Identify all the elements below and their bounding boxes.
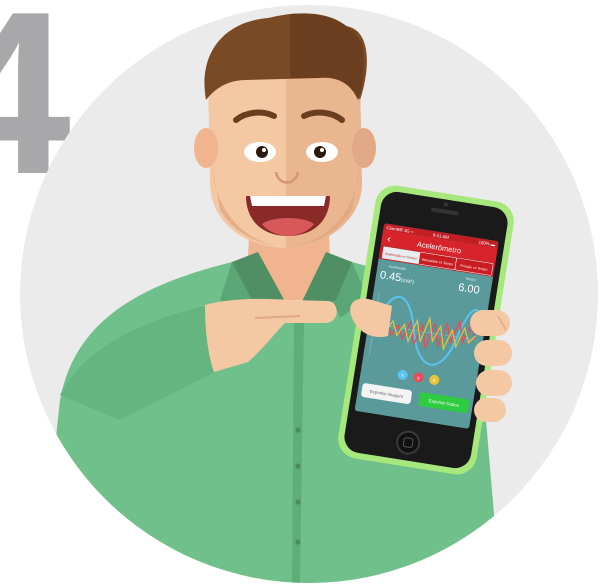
character-artwork: ClaroBR 3G ≈ 9:41 AM 100% ▬ ‹ Acelerômet… xyxy=(20,5,598,583)
illustration: 4 ClaroBR 3G ≈ 9:41 AM 100% ▬ ‹ Acelerôm… xyxy=(0,0,608,584)
head xyxy=(194,13,376,249)
